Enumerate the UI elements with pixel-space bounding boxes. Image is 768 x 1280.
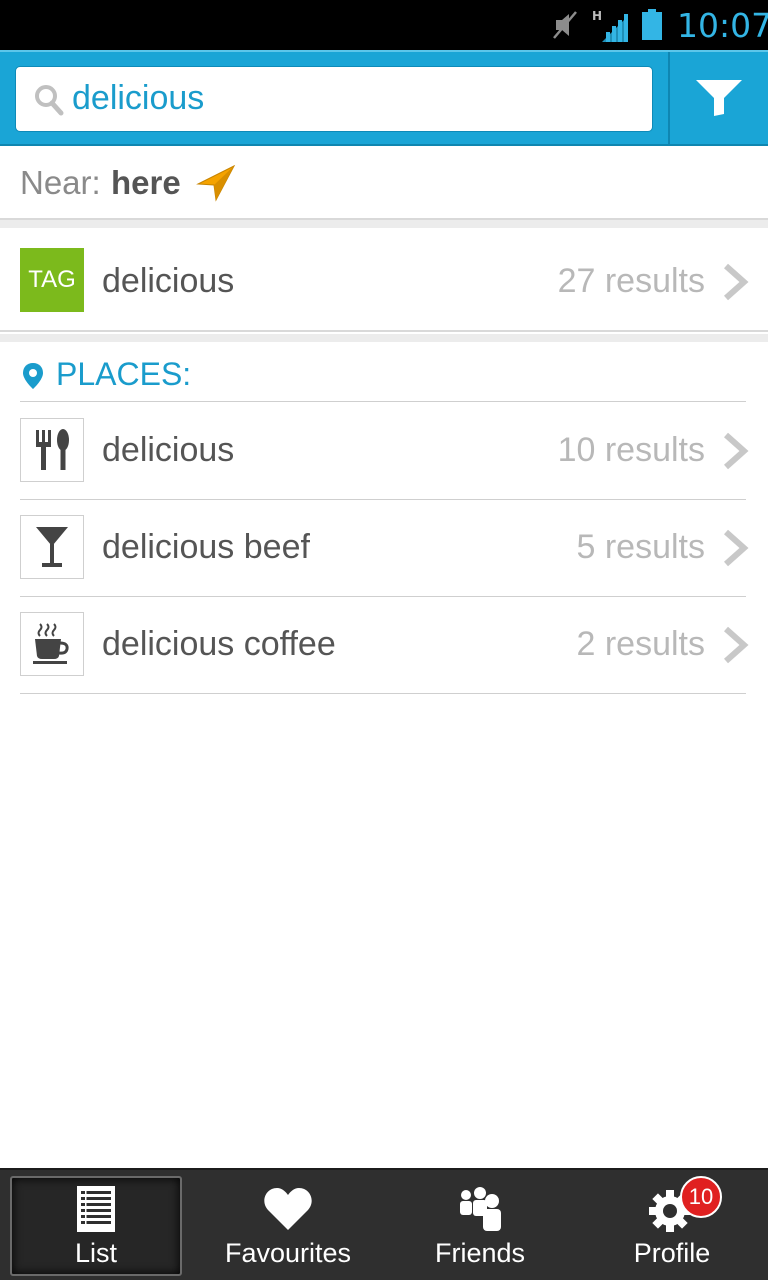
nav-label: Favourites <box>224 1238 352 1268</box>
chevron-right-icon <box>724 626 749 664</box>
section-separator <box>0 334 768 342</box>
section-separator <box>0 220 768 228</box>
nav-tab-friends[interactable]: Friends <box>384 1170 576 1280</box>
search-input[interactable]: delicious <box>15 66 653 132</box>
status-bar: H 10:07 <box>0 0 768 50</box>
filter-button[interactable] <box>670 52 768 144</box>
place-title: delicious <box>102 431 235 469</box>
place-count: 2 results <box>576 625 706 663</box>
mute-icon <box>553 11 577 39</box>
heart-icon <box>264 1188 312 1230</box>
nav-tab-profile[interactable]: Profile <box>576 1170 768 1280</box>
near-value: here <box>111 164 181 201</box>
chevron-right-icon <box>724 432 749 470</box>
search-bar: delicious <box>0 50 768 146</box>
place-icon-box <box>20 515 84 579</box>
list-icon <box>77 1186 115 1232</box>
nav-label: Friends <box>434 1238 526 1268</box>
places-header: PLACES: <box>20 352 746 402</box>
place-icon-box <box>20 418 84 482</box>
cutlery-icon <box>36 429 69 470</box>
tag-result-title: delicious <box>102 262 235 300</box>
svg-text:H: H <box>592 9 602 23</box>
battery-icon <box>642 9 662 40</box>
place-icon-box <box>20 612 84 676</box>
signal-h-icon: H <box>592 9 628 42</box>
tag-result-row[interactable]: TAG delicious 27 results <box>0 228 768 332</box>
place-title: delicious coffee <box>102 625 336 663</box>
tag-badge: TAG <box>20 248 84 312</box>
near-label: Near: <box>20 164 101 201</box>
chevron-right-icon <box>724 263 749 301</box>
friends-icon <box>460 1187 501 1231</box>
search-query: delicious <box>72 79 205 117</box>
status-clock: 10:07 <box>677 6 768 45</box>
near-location-row[interactable]: Near: here <box>0 146 768 220</box>
places-label: PLACES: <box>56 356 192 392</box>
nav-label: Profile <box>633 1238 711 1268</box>
cocktail-glass-icon <box>36 527 68 567</box>
bottom-navigation: List Favourites Friends Profile <box>0 1168 768 1280</box>
place-count: 5 results <box>576 528 706 566</box>
place-row-bar[interactable]: delicious beef 5 results <box>20 500 749 597</box>
place-row-cutlery[interactable]: delicious 10 results <box>20 403 749 500</box>
tag-result-count: 27 results <box>557 262 705 300</box>
place-count: 10 results <box>557 431 705 469</box>
place-row-coffee[interactable]: delicious coffee 2 results <box>20 597 749 694</box>
place-title: delicious beef <box>102 528 310 566</box>
funnel-icon <box>696 80 742 116</box>
nav-label: List <box>74 1238 118 1268</box>
map-pin-icon <box>23 363 43 389</box>
profile-notification-badge: 10 <box>680 1176 722 1218</box>
nav-tab-favourites[interactable]: Favourites <box>192 1170 384 1280</box>
chevron-right-icon <box>724 529 749 567</box>
location-arrow-icon <box>196 164 236 202</box>
coffee-cup-icon <box>33 623 69 664</box>
search-icon <box>35 85 64 116</box>
nav-tab-list[interactable]: List <box>0 1170 192 1280</box>
